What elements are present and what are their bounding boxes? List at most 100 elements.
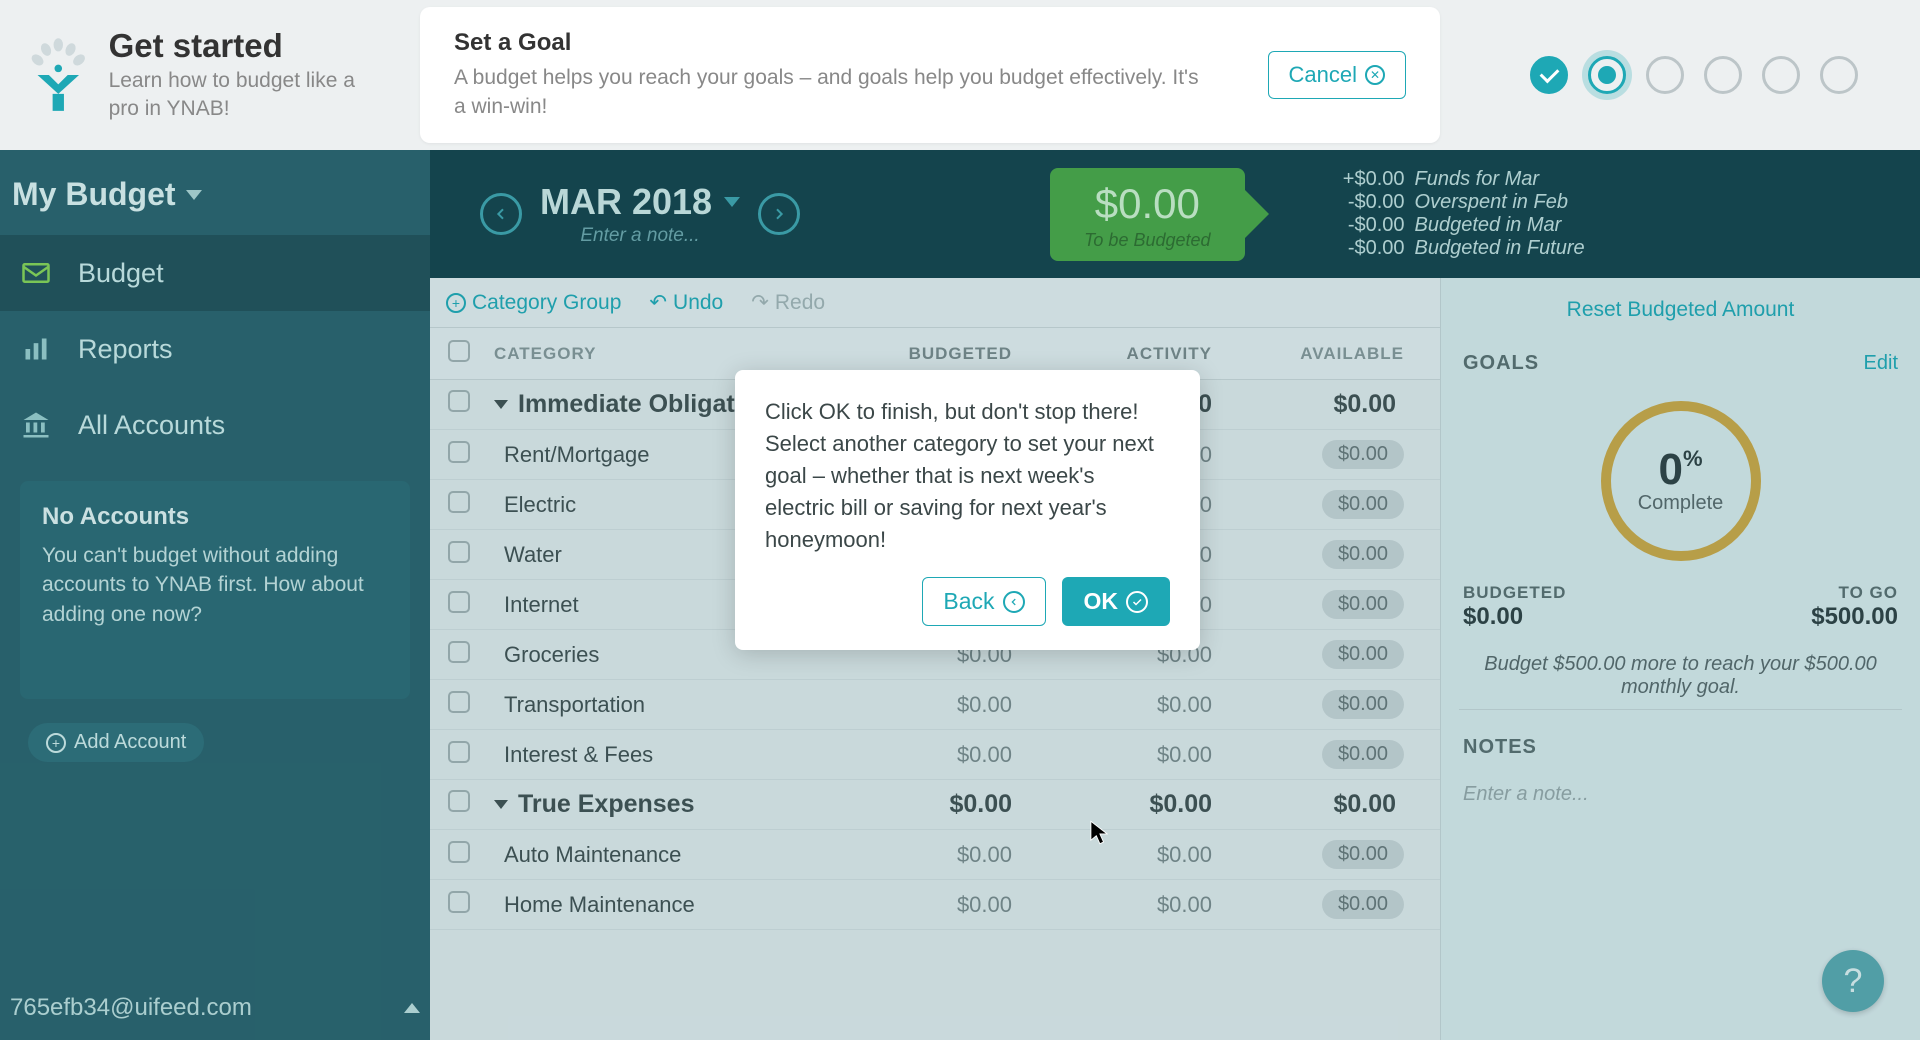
next-month-button[interactable] (758, 193, 800, 235)
group-checkbox[interactable] (448, 790, 470, 812)
redo-button[interactable]: ↷ Redo (751, 290, 825, 315)
no-accounts-text: You can't budget without adding accounts… (42, 541, 388, 629)
chevron-down-icon (186, 190, 202, 200)
row-checkbox[interactable] (448, 891, 470, 913)
row-checkbox[interactable] (448, 641, 470, 663)
onboarding-title: Get started (109, 27, 390, 65)
group-checkbox[interactable] (448, 390, 470, 412)
available-pill[interactable]: $0.00 (1322, 690, 1404, 719)
month-picker[interactable]: MAR 2018 (540, 181, 740, 223)
available-pill[interactable]: $0.00 (1322, 890, 1404, 919)
row-checkbox[interactable] (448, 491, 470, 513)
available-pill[interactable]: $0.00 (1322, 490, 1404, 519)
sidebar-item-budget[interactable]: Budget (0, 235, 430, 311)
popover-text: Click OK to finish, but don't stop there… (765, 396, 1170, 555)
select-all-checkbox[interactable] (448, 340, 470, 362)
category-name: Internet (504, 592, 579, 618)
prev-month-button[interactable] (480, 193, 522, 235)
edit-goal-link[interactable]: Edit (1864, 352, 1898, 375)
bars-icon (18, 331, 54, 367)
col-activity: ACTIVITY (1012, 344, 1212, 364)
back-label: Back (943, 588, 994, 615)
category-row[interactable]: Auto Maintenance$0.00$0.00$0.00 (430, 830, 1440, 880)
onboarding-card-title: Set a Goal (454, 29, 1214, 57)
sidebar-footer[interactable]: 765efb34@uifeed.com (0, 976, 430, 1040)
step-dot-4[interactable] (1704, 56, 1742, 94)
cell-budgeted[interactable]: $0.00 (812, 842, 1012, 868)
budget-switcher[interactable]: My Budget (0, 168, 430, 235)
cell-budgeted[interactable]: $0.00 (812, 692, 1012, 718)
row-checkbox[interactable] (448, 841, 470, 863)
budgeted-label: BUDGETED (1463, 583, 1566, 603)
add-category-group-button[interactable]: + Category Group (446, 291, 621, 315)
cell-activity: $0.00 (1012, 692, 1212, 718)
row-checkbox[interactable] (448, 741, 470, 763)
cancel-button[interactable]: Cancel ✕ (1268, 51, 1406, 99)
toolbar-label: Redo (775, 291, 825, 315)
group-budgeted: $0.00 (812, 790, 1012, 819)
category-row[interactable]: Interest & Fees$0.00$0.00$0.00 (430, 730, 1440, 780)
summary-amount: +$0.00 (1335, 168, 1405, 191)
onboarding-subtitle: Learn how to budget like a pro in YNAB! (109, 67, 390, 124)
sidebar-item-reports[interactable]: Reports (0, 311, 430, 387)
col-budgeted: BUDGETED (812, 344, 1012, 364)
summary-amount: -$0.00 (1335, 191, 1405, 214)
summary-amount: -$0.00 (1335, 214, 1405, 237)
onboarding-progress (1530, 56, 1858, 94)
cell-budgeted[interactable]: $0.00 (812, 892, 1012, 918)
available-pill[interactable]: $0.00 (1322, 740, 1404, 769)
category-group-row[interactable]: True Expenses$0.00$0.00$0.00 (430, 780, 1440, 830)
help-button[interactable]: ? (1822, 950, 1884, 1012)
summary-label: Budgeted in Mar (1415, 214, 1562, 237)
back-button[interactable]: Back (922, 577, 1045, 626)
tbb-amount: $0.00 (1084, 180, 1210, 228)
chevron-up-icon (404, 1003, 420, 1013)
cancel-label: Cancel (1289, 62, 1357, 88)
available-pill[interactable]: $0.00 (1322, 640, 1404, 669)
available-pill[interactable]: $0.00 (1322, 840, 1404, 869)
step-dot-3[interactable] (1646, 56, 1684, 94)
cell-budgeted[interactable]: $0.00 (812, 742, 1012, 768)
category-toolbar: + Category Group ↶ Undo ↷ Redo (430, 278, 1440, 328)
col-available: AVAILABLE (1212, 344, 1422, 364)
chevron-down-icon (494, 800, 508, 809)
reset-budgeted-link[interactable]: Reset Budgeted Amount (1459, 290, 1902, 330)
budgeted-value: $0.00 (1463, 603, 1566, 631)
notes-input[interactable]: Enter a note... (1459, 777, 1902, 812)
plus-circle-icon: + (46, 733, 66, 753)
row-checkbox[interactable] (448, 541, 470, 563)
ok-label: OK (1084, 588, 1119, 615)
undo-button[interactable]: ↶ Undo (649, 290, 723, 315)
gauge-label: Complete (1638, 492, 1724, 515)
category-name: Water (504, 542, 562, 568)
category-row[interactable]: Home Maintenance$0.00$0.00$0.00 (430, 880, 1440, 930)
category-row[interactable]: Transportation$0.00$0.00$0.00 (430, 680, 1440, 730)
available-pill[interactable]: $0.00 (1322, 590, 1404, 619)
available-pill[interactable]: $0.00 (1322, 440, 1404, 469)
ok-button[interactable]: OK (1062, 577, 1171, 626)
onboarding-card-text: A budget helps you reach your goals – an… (454, 63, 1214, 122)
budget-name: My Budget (12, 176, 176, 213)
row-checkbox[interactable] (448, 591, 470, 613)
toolbar-label: Undo (673, 291, 723, 315)
step-dot-5[interactable] (1762, 56, 1800, 94)
step-dot-6[interactable] (1820, 56, 1858, 94)
month-note-input[interactable]: Enter a note... (540, 225, 740, 247)
add-account-button[interactable]: + Add Account (28, 723, 204, 762)
sidebar-item-accounts[interactable]: All Accounts (0, 387, 430, 463)
help-icon: ? (1844, 962, 1863, 1001)
category-name: Transportation (504, 692, 645, 718)
gauge-percent: 0 (1658, 445, 1682, 494)
step-dot-2[interactable] (1588, 56, 1626, 94)
no-accounts-notice: No Accounts You can't budget without add… (20, 481, 410, 699)
row-checkbox[interactable] (448, 441, 470, 463)
category-name: Electric (504, 492, 576, 518)
ynab-logo-icon (30, 25, 87, 125)
step-dot-1[interactable] (1530, 56, 1568, 94)
category-name: Auto Maintenance (504, 842, 681, 868)
available-pill[interactable]: $0.00 (1322, 540, 1404, 569)
percent-icon: % (1683, 446, 1703, 471)
summary-amount: -$0.00 (1335, 237, 1405, 260)
category-name: Home Maintenance (504, 892, 695, 918)
row-checkbox[interactable] (448, 691, 470, 713)
